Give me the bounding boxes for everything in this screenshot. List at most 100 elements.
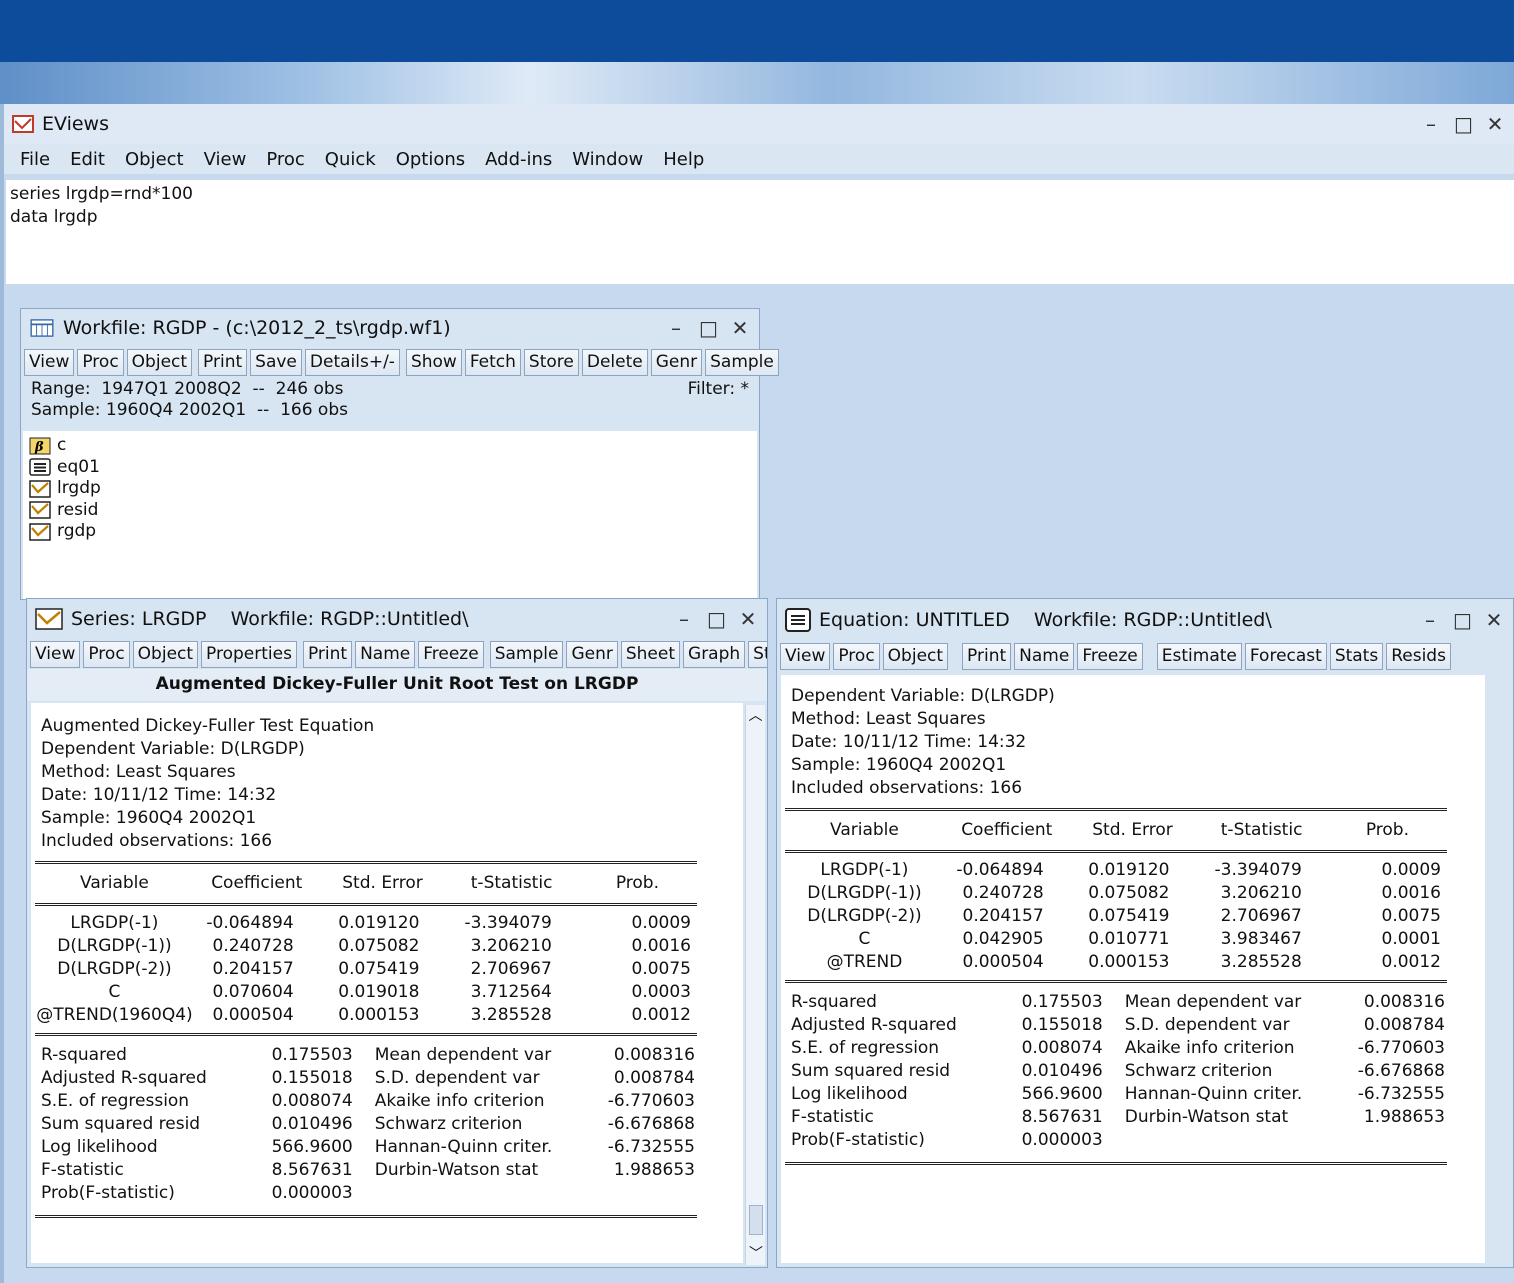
column-header: Coefficient bbox=[211, 873, 303, 893]
maximize-icon[interactable]: □ bbox=[1453, 610, 1472, 630]
graph-button[interactable]: Graph bbox=[683, 640, 746, 668]
stats-button[interactable]: Stats bbox=[748, 640, 767, 668]
proc-button[interactable]: Proc bbox=[833, 642, 880, 670]
table-cell: 0.0009 bbox=[631, 913, 691, 933]
store-button[interactable]: Store bbox=[523, 348, 579, 376]
workfile-object[interactable]: rgdp bbox=[29, 521, 751, 543]
column-header: Variable bbox=[830, 820, 899, 840]
minimize-icon[interactable]: – bbox=[675, 609, 693, 629]
genr-button[interactable]: Genr bbox=[566, 640, 618, 668]
table-row: D(LRGDP(-2)) 0.204157 0.075419 2.706967 0.00… bbox=[35, 958, 697, 981]
table-cell: 0.0016 bbox=[1381, 883, 1441, 903]
minimize-icon[interactable]: – bbox=[1421, 610, 1439, 630]
workfile-titlebar: Workfile: RGDP - (c:\2012_2_ts\rgdp.wf1)… bbox=[21, 309, 759, 347]
print-button[interactable]: Print bbox=[302, 640, 353, 668]
sample-button[interactable]: Sample bbox=[705, 348, 779, 376]
table-row: Sum squared resid 0.010496 Schwarz criteri… bbox=[35, 1113, 697, 1136]
table-row: Log likelihood 566.9600 Hannan-Quinn crite… bbox=[785, 1083, 1447, 1106]
info-line: Date: 10/11/12 Time: 14:32 bbox=[41, 785, 277, 805]
details-button[interactable]: Details+/- bbox=[304, 348, 400, 376]
delete-button[interactable]: Delete bbox=[581, 348, 648, 376]
equation-window: Equation: UNTITLED Workfile: RGDP::Untit… bbox=[776, 598, 1514, 1268]
table-cell: 3.712564 bbox=[470, 982, 552, 1002]
table-cell: S.E. of regression bbox=[791, 1038, 940, 1058]
view-button[interactable]: View bbox=[30, 640, 81, 668]
close-icon[interactable]: ✕ bbox=[731, 318, 749, 338]
workfile-object[interactable]: lrgdp bbox=[29, 478, 751, 500]
table-row: LRGDP(-1) -0.064894 0.019120 -3.394079 0.000… bbox=[35, 912, 697, 935]
table-cell: 0.0075 bbox=[631, 959, 691, 979]
stats-button[interactable]: Stats bbox=[1329, 642, 1384, 670]
series-toolbar: View Proc Object Properties Print Name Freeze S… bbox=[27, 639, 767, 669]
workfile-object[interactable]: eq01 bbox=[29, 457, 751, 479]
minimize-icon[interactable]: – bbox=[667, 318, 685, 338]
proc-button[interactable]: Proc bbox=[83, 640, 130, 668]
series-scrollbar[interactable]: ︿ ﹀ bbox=[745, 705, 765, 1265]
sample-button[interactable]: Sample bbox=[489, 640, 564, 668]
scroll-up-icon[interactable]: ︿ bbox=[746, 705, 765, 727]
close-icon[interactable]: ✕ bbox=[739, 609, 757, 629]
series-window: Series: LRGDP Workfile: RGDP::Untitled\ … bbox=[26, 598, 768, 1268]
estimate-button[interactable]: Estimate bbox=[1156, 642, 1242, 670]
object-button[interactable]: Object bbox=[132, 640, 199, 668]
sheet-button[interactable]: Sheet bbox=[620, 640, 681, 668]
print-button[interactable]: Print bbox=[198, 348, 248, 376]
close-icon[interactable]: ✕ bbox=[1485, 610, 1503, 630]
freeze-button[interactable]: Freeze bbox=[1077, 642, 1143, 670]
maximize-icon[interactable]: □ bbox=[699, 318, 718, 338]
workfile-object[interactable]: βc bbox=[29, 435, 751, 457]
filter-text: Filter: * bbox=[687, 379, 749, 399]
object-button[interactable]: Object bbox=[882, 642, 949, 670]
table-cell: 0.000153 bbox=[1088, 952, 1170, 972]
view-button[interactable]: View bbox=[24, 348, 75, 376]
name-button[interactable]: Name bbox=[355, 640, 416, 668]
table-cell: 3.206210 bbox=[470, 936, 552, 956]
workfile-object-list: β c eq01 lrgdp resid rgdp bbox=[23, 431, 757, 599]
menu-add-ins[interactable]: Add-ins bbox=[475, 149, 562, 170]
print-button[interactable]: Print bbox=[962, 642, 1012, 670]
scroll-down-icon[interactable]: ﹀ bbox=[746, 1243, 766, 1265]
table-cell: 0.075082 bbox=[338, 936, 420, 956]
table-cell: 0.010496 bbox=[1021, 1061, 1103, 1081]
menu-help[interactable]: Help bbox=[653, 149, 714, 170]
maximize-icon[interactable]: □ bbox=[1454, 114, 1473, 134]
genr-button[interactable]: Genr bbox=[650, 348, 703, 376]
freeze-button[interactable]: Freeze bbox=[418, 640, 484, 668]
table-cell bbox=[353, 1182, 598, 1205]
menu-options[interactable]: Options bbox=[386, 149, 475, 170]
save-button[interactable]: Save bbox=[250, 348, 302, 376]
menu-view[interactable]: View bbox=[194, 149, 257, 170]
table-cell: 3.285528 bbox=[1220, 952, 1302, 972]
column-header: Variable bbox=[80, 873, 149, 893]
command-window[interactable]: series lrgdp=rnd*100 data lrgdp bbox=[6, 180, 1514, 284]
menu-object[interactable]: Object bbox=[115, 149, 194, 170]
properties-button[interactable]: Properties bbox=[201, 640, 297, 668]
table-cell: 0.008074 bbox=[1021, 1038, 1103, 1058]
forecast-button[interactable]: Forecast bbox=[1244, 642, 1327, 670]
table-cell: LRGDP(-1) bbox=[820, 860, 909, 880]
object-button[interactable]: Object bbox=[126, 348, 193, 376]
scroll-thumb[interactable] bbox=[749, 1205, 763, 1235]
table-cell: 0.155018 bbox=[1021, 1015, 1103, 1035]
column-header: Std. Error bbox=[1092, 820, 1173, 840]
menu-proc[interactable]: Proc bbox=[256, 149, 314, 170]
table-row: @TREND 0.000504 0.000153 3.285528 0.0012 bbox=[785, 951, 1447, 974]
maximize-icon[interactable]: □ bbox=[707, 609, 726, 629]
table-cell: Prob(F-statistic) bbox=[41, 1183, 175, 1203]
name-button[interactable]: Name bbox=[1014, 642, 1075, 670]
proc-button[interactable]: Proc bbox=[77, 348, 124, 376]
table-rule bbox=[785, 1162, 1447, 1165]
minimize-icon[interactable]: – bbox=[1422, 114, 1440, 134]
show-button[interactable]: Show bbox=[405, 348, 462, 376]
table-cell: Log likelihood bbox=[41, 1137, 158, 1157]
close-icon[interactable]: ✕ bbox=[1486, 114, 1504, 134]
menu-file[interactable]: File bbox=[10, 149, 60, 170]
workfile-object[interactable]: resid bbox=[29, 500, 751, 522]
menu-quick[interactable]: Quick bbox=[315, 149, 386, 170]
table-cell: 0.155018 bbox=[271, 1068, 353, 1088]
menu-edit[interactable]: Edit bbox=[60, 149, 115, 170]
resids-button[interactable]: Resids bbox=[1386, 642, 1451, 670]
menu-window[interactable]: Window bbox=[562, 149, 653, 170]
view-button[interactable]: View bbox=[780, 642, 831, 670]
fetch-button[interactable]: Fetch bbox=[464, 348, 521, 376]
